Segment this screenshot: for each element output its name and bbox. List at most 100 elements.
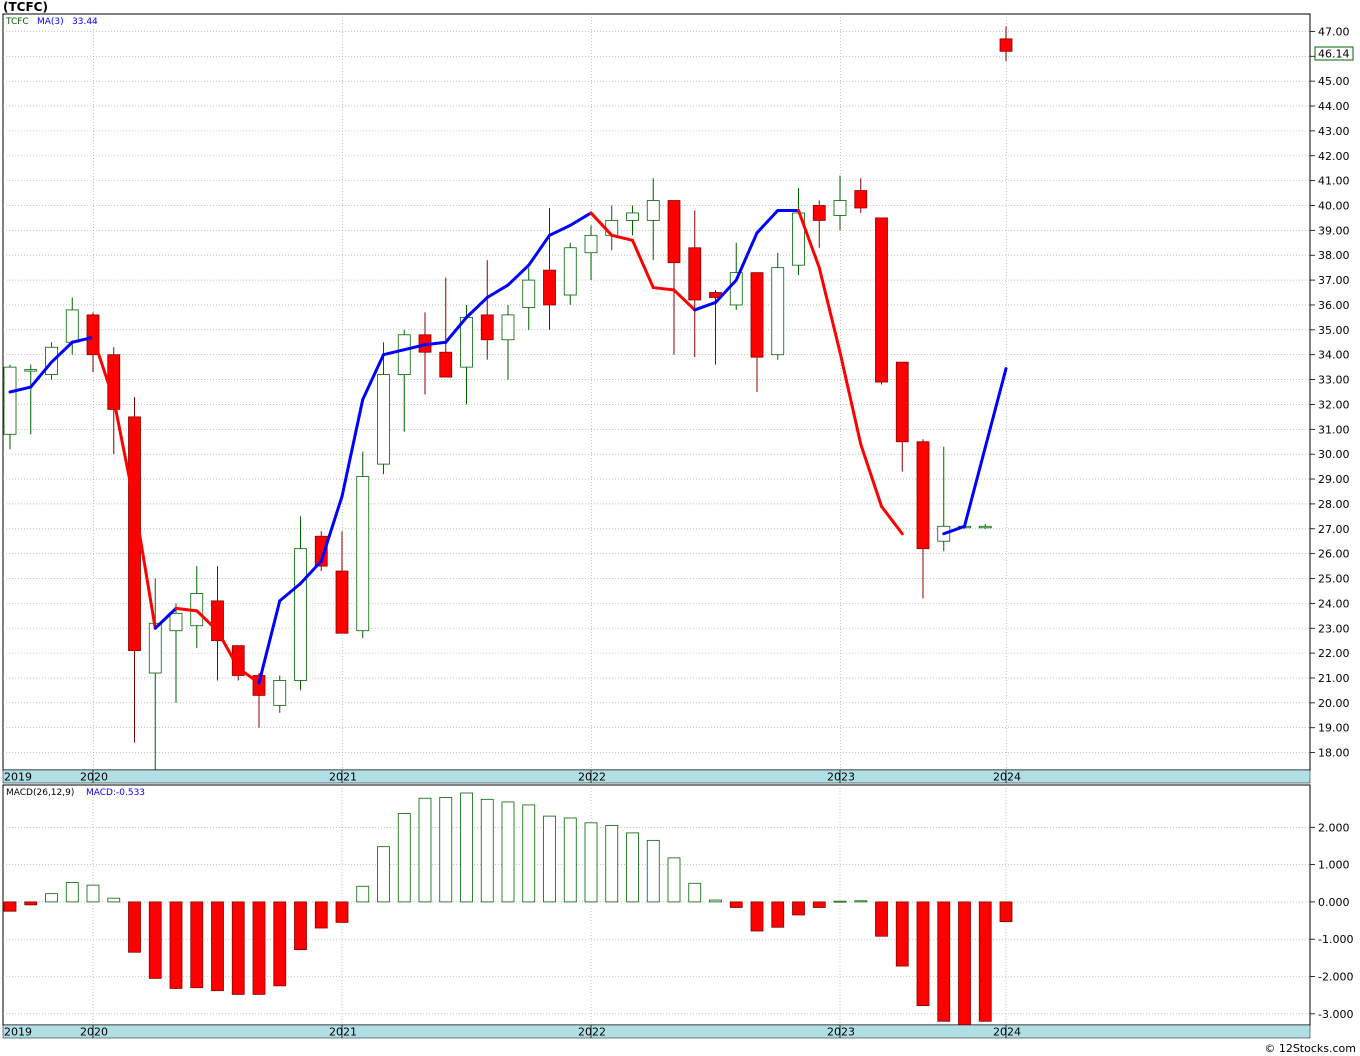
candle-body (211, 600, 224, 642)
macd-bar (418, 797, 432, 903)
macd-bar (252, 901, 266, 995)
price-plot-area (2, 13, 1311, 771)
price-tick-label: 36.00 (1318, 299, 1350, 312)
price-tick-label: 39.00 (1318, 224, 1350, 237)
macd-bar (356, 885, 370, 903)
legend-ma-value: 33.44 (72, 17, 98, 27)
macd-bar (729, 901, 743, 908)
macd-bar (148, 901, 162, 979)
candle-body (875, 217, 888, 383)
price-tick-label: 19.00 (1318, 722, 1350, 735)
candle-body (3, 366, 17, 435)
candle-body (273, 680, 287, 706)
candle (356, 451, 370, 639)
price-tick-label: 23.00 (1318, 622, 1350, 635)
macd-bar (750, 901, 764, 932)
price-tick-label: 45.00 (1318, 75, 1350, 88)
macd-bar (895, 901, 909, 967)
macd-bar (294, 901, 307, 951)
macd-bar (314, 901, 328, 929)
price-tick-label: 25.00 (1318, 573, 1350, 586)
price-tick-label: 32.00 (1318, 398, 1350, 411)
macd-panel: 2.000 1.000 0.000 -1.000 -2.000 -3.000 MACD(2… (2, 784, 1353, 1026)
macd-bar (543, 815, 556, 903)
candle-body (688, 247, 702, 301)
price-tick-label: 26.00 (1318, 548, 1350, 561)
macd-bar (563, 817, 577, 903)
candle-body (584, 234, 598, 254)
candle-body (148, 622, 162, 674)
price-tick-label: 21.00 (1318, 672, 1350, 685)
candle-body (563, 247, 577, 296)
price-tick-label: 28.00 (1318, 498, 1350, 511)
candle-body (439, 351, 453, 378)
price-tick-label: 42.00 (1318, 150, 1350, 163)
price-tick-label: 27.00 (1318, 523, 1350, 536)
macd-x-axis: 2019 2020 2021 2022 2023 2024 (2, 1024, 1311, 1039)
macd-bar (605, 825, 619, 903)
macd-x-axis-band (2, 1024, 1311, 1039)
candle-body (24, 369, 38, 372)
macd-bar (397, 813, 411, 903)
macd-bar (792, 901, 805, 916)
price-tick-label: 41.00 (1318, 175, 1350, 188)
macd-tick-label: 0.000 (1318, 896, 1350, 909)
candle-body (771, 267, 785, 356)
candle-body (294, 548, 307, 681)
macd-bar (916, 901, 930, 1007)
macd-bar (377, 846, 390, 903)
macd-tick-label: -1.000 (1318, 933, 1353, 946)
candle-body (750, 272, 764, 358)
price-x-axis: 2019 2020 2021 2022 2023 2024 (2, 769, 1311, 784)
macd-bar (335, 901, 349, 923)
candle-body (356, 476, 370, 632)
price-tick-label: 20.00 (1318, 697, 1350, 710)
candle-body (522, 279, 536, 308)
price-x-tick-label: 2022 (578, 771, 606, 784)
candle-body (895, 361, 909, 443)
candle-body (460, 316, 473, 368)
candle-body (833, 200, 847, 216)
price-tick-label: 24.00 (1318, 597, 1350, 610)
candle (875, 217, 888, 385)
watermark: © 12Stocks.com (1264, 1042, 1356, 1055)
macd-bar (273, 901, 287, 987)
macd-x-tick-label: 2023 (827, 1026, 855, 1039)
macd-legend-value: MACD:-0.533 (86, 788, 145, 798)
price-x-axis-band (2, 769, 1311, 784)
candle-body (501, 314, 515, 341)
price-tick-label: 38.00 (1318, 249, 1350, 262)
price-tick-label: 43.00 (1318, 125, 1350, 138)
macd-legend-label: MACD(26,12,9) (6, 788, 74, 798)
last-price-tag: 46.14 (1318, 48, 1350, 61)
macd-bar (3, 901, 17, 912)
macd-bar (501, 801, 515, 903)
macd-tick-label: -2.000 (1318, 971, 1353, 984)
macd-bar (854, 900, 868, 903)
price-x-tick-label: 2021 (329, 771, 357, 784)
price-panel: 18.00 19.00 20.00 21.00 22.00 23.00 24.00 25.00… (2, 13, 1354, 771)
candle-body (169, 612, 183, 632)
candle-body (999, 38, 1013, 52)
macd-bar (688, 882, 702, 903)
candle-body (397, 334, 411, 375)
candle-body (978, 525, 992, 529)
macd-bar (937, 901, 951, 1022)
candle-body (377, 374, 390, 465)
macd-x-tick-label: 2021 (329, 1026, 357, 1039)
price-tick-label: 34.00 (1318, 349, 1350, 362)
macd-bar (439, 797, 453, 903)
macd-bar (45, 893, 58, 903)
macd-bar (231, 901, 245, 995)
macd-bar (65, 882, 79, 903)
price-tick-label: 37.00 (1318, 274, 1350, 287)
candle-body (667, 200, 681, 264)
macd-bar (999, 901, 1013, 923)
price-y-axis: 18.00 19.00 20.00 21.00 22.00 23.00 24.00 25.00… (1310, 25, 1350, 760)
macd-bar (480, 798, 494, 903)
price-tick-label: 35.00 (1318, 324, 1350, 337)
macd-x-tick-label: 2020 (80, 1026, 108, 1039)
candle-body (543, 269, 556, 306)
candle-body (646, 200, 660, 221)
candle-body (335, 570, 349, 634)
